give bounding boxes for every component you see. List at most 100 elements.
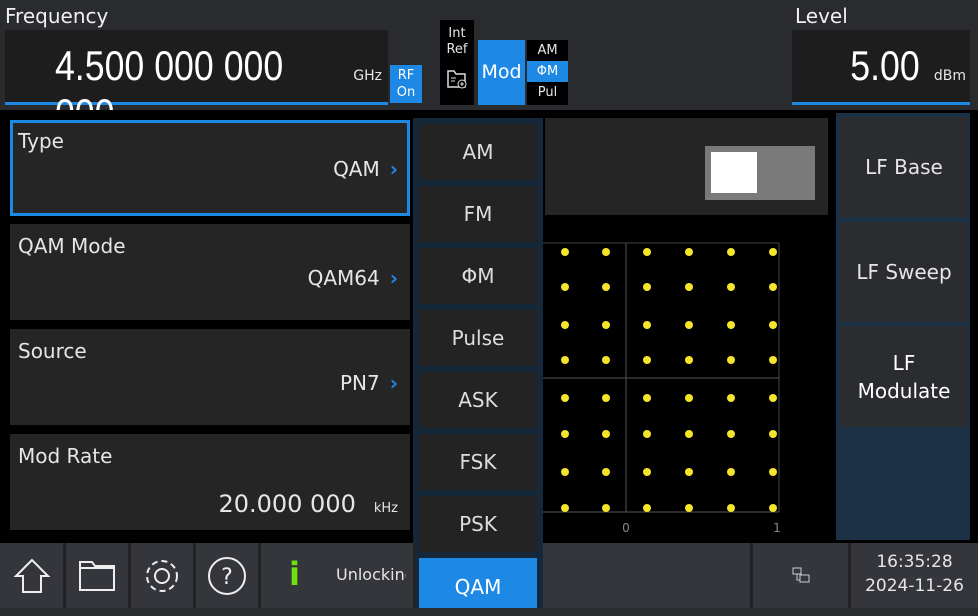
constellation-point bbox=[727, 248, 735, 256]
constellation-point bbox=[769, 394, 777, 402]
constellation-point bbox=[769, 248, 777, 256]
constellation-point bbox=[685, 468, 693, 476]
constellation-point bbox=[602, 504, 610, 512]
clock: 16:35:28 2024-11-26 bbox=[851, 543, 978, 608]
constellation-point bbox=[769, 283, 777, 291]
constellation-point bbox=[643, 321, 651, 329]
reference-indicator[interactable]: Int Ref bbox=[440, 20, 474, 105]
constellation-point bbox=[602, 321, 610, 329]
param-value: QAM64 bbox=[307, 266, 380, 290]
constellation-point bbox=[769, 356, 777, 364]
lf-modulate-button[interactable]: LF Modulate bbox=[840, 326, 968, 427]
constellation-point bbox=[643, 504, 651, 512]
level-label: Level bbox=[795, 4, 848, 28]
constellation-point bbox=[561, 248, 569, 256]
constellation-point bbox=[643, 430, 651, 438]
constellation-point bbox=[561, 321, 569, 329]
dropdown-option-qam[interactable]: QAM bbox=[419, 558, 537, 608]
date: 2024-11-26 bbox=[865, 576, 964, 596]
help-button[interactable]: ? bbox=[196, 543, 261, 608]
home-icon bbox=[13, 558, 50, 593]
constellation-point bbox=[685, 283, 693, 291]
status-message-area: i Unlocking bbox=[261, 543, 416, 608]
param-title: Mod Rate bbox=[18, 444, 113, 468]
constellation-point bbox=[643, 394, 651, 402]
constellation-point bbox=[685, 394, 693, 402]
constellation-point bbox=[727, 321, 735, 329]
help-icon: ? bbox=[208, 556, 246, 595]
network-icon bbox=[792, 567, 809, 582]
settings-button[interactable] bbox=[131, 543, 196, 608]
constellation-point bbox=[561, 504, 569, 512]
rf-state: On bbox=[396, 85, 416, 100]
chevron-right-icon: › bbox=[389, 157, 398, 181]
constellation-point bbox=[561, 283, 569, 291]
constellation-point bbox=[727, 430, 735, 438]
param-value: PN7 bbox=[340, 371, 380, 395]
constellation-point bbox=[602, 283, 610, 291]
param-title: Type bbox=[18, 129, 64, 153]
mod-toggle[interactable] bbox=[705, 146, 815, 200]
frequency-label: Frequency bbox=[5, 4, 109, 28]
axis-label-0: 0 bbox=[622, 521, 630, 535]
mod-type-am: AM bbox=[537, 43, 558, 58]
constellation-point bbox=[727, 283, 735, 291]
constellation-point bbox=[685, 356, 693, 364]
folder-icon bbox=[79, 560, 115, 591]
constellation-plot: 0 1 bbox=[543, 242, 781, 535]
ref-label: Ref bbox=[446, 42, 468, 57]
constellation-point bbox=[727, 394, 735, 402]
gear-icon bbox=[146, 559, 178, 592]
constellation-point bbox=[602, 248, 610, 256]
param-mod-rate[interactable]: Mod Rate 20.000 000 kHz bbox=[10, 434, 410, 530]
constellation-point bbox=[602, 394, 610, 402]
constellation-point bbox=[561, 430, 569, 438]
rf-on-button[interactable]: RF On bbox=[390, 65, 422, 103]
dropdown-option-psk[interactable]: PSK bbox=[419, 496, 537, 552]
constellation-point bbox=[561, 394, 569, 402]
dropdown-option-fm[interactable]: FM bbox=[419, 186, 537, 242]
rf-label: RF bbox=[397, 68, 415, 83]
constellation-point bbox=[727, 468, 735, 476]
param-title: Source bbox=[18, 339, 87, 363]
lf-base-button[interactable]: LF Base bbox=[840, 117, 968, 217]
constellation-point bbox=[643, 468, 651, 476]
constellation-point bbox=[685, 248, 693, 256]
constellation-point bbox=[602, 430, 610, 438]
dropdown-option-phm[interactable]: ΦM bbox=[419, 248, 537, 304]
svg-text:?: ? bbox=[221, 565, 233, 590]
dropdown-option-pulse[interactable]: Pulse bbox=[419, 310, 537, 366]
constellation-point bbox=[602, 356, 610, 364]
level-unit: dBm bbox=[933, 68, 966, 84]
param-unit: kHz bbox=[373, 501, 398, 516]
axis-label-1: 1 bbox=[773, 521, 781, 535]
mod-button[interactable]: Mod bbox=[478, 40, 525, 105]
param-type[interactable]: Type QAM › bbox=[10, 120, 410, 216]
constellation-point bbox=[643, 248, 651, 256]
mod-type-pulse: Pul bbox=[537, 85, 558, 100]
folder-add-icon bbox=[447, 70, 467, 89]
level-value: 5.00 bbox=[850, 42, 920, 89]
dropdown-option-am[interactable]: AM bbox=[419, 124, 537, 180]
mod-switch-panel bbox=[545, 118, 828, 215]
status-message: Unlocking bbox=[336, 565, 406, 584]
home-button[interactable] bbox=[0, 543, 66, 608]
constellation-point bbox=[769, 504, 777, 512]
constellation-point bbox=[561, 356, 569, 364]
constellation-point bbox=[643, 283, 651, 291]
lf-sweep-button[interactable]: LF Sweep bbox=[840, 222, 968, 322]
chevron-right-icon: › bbox=[389, 371, 398, 395]
param-qam-mode[interactable]: QAM Mode QAM64 › bbox=[10, 224, 410, 320]
level-field[interactable]: 5.00 dBm bbox=[792, 30, 970, 105]
network-button[interactable] bbox=[753, 543, 851, 608]
type-dropdown: AM FM ΦM Pulse ASK FSK PSK QAM bbox=[413, 118, 543, 608]
frequency-field[interactable]: 4.500 000 000 000 GHz bbox=[5, 30, 388, 137]
param-source[interactable]: Source PN7 › bbox=[10, 329, 410, 425]
constellation-point bbox=[727, 504, 735, 512]
dropdown-option-ask[interactable]: ASK bbox=[419, 372, 537, 428]
files-button[interactable] bbox=[66, 543, 131, 608]
constellation-point bbox=[643, 356, 651, 364]
constellation-point bbox=[769, 321, 777, 329]
chevron-right-icon: › bbox=[389, 266, 398, 290]
dropdown-option-fsk[interactable]: FSK bbox=[419, 434, 537, 490]
